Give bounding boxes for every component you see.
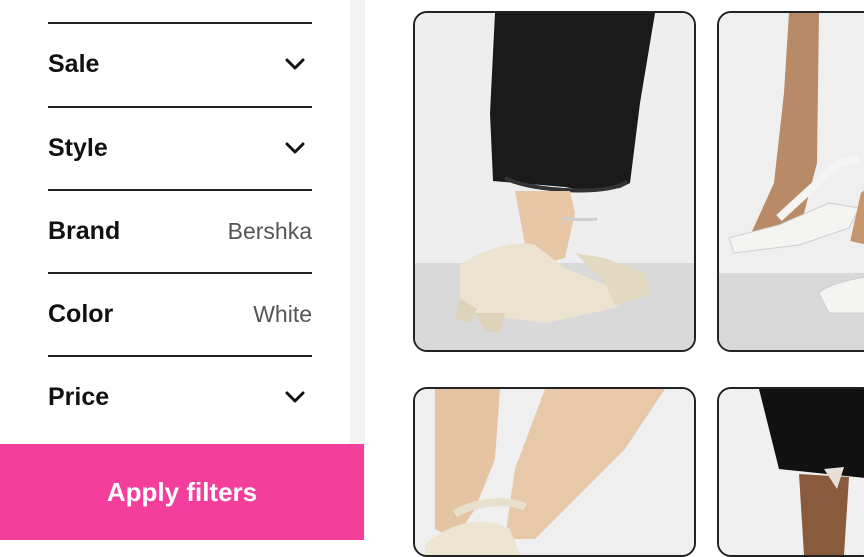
filter-sale-label: Sale — [48, 49, 100, 78]
product-image — [415, 13, 694, 350]
product-image — [415, 389, 694, 555]
product-image — [719, 389, 864, 555]
filter-brand-value: Bershka — [227, 217, 312, 244]
filter-style-label: Style — [48, 133, 108, 162]
product-card[interactable] — [717, 11, 864, 352]
filter-style[interactable]: Style — [48, 106, 312, 188]
chevron-down-icon[interactable] — [284, 53, 306, 75]
filter-brand-label: Brand — [48, 216, 121, 245]
chevron-down-icon[interactable] — [284, 137, 306, 159]
filter-color[interactable]: Color White — [48, 272, 312, 354]
filter-brand[interactable]: Brand Bershka — [48, 189, 312, 271]
filter-price[interactable]: Price — [48, 355, 312, 437]
filter-price-label: Price — [48, 382, 110, 411]
filter-color-value: White — [253, 300, 312, 327]
filter-color-label: Color — [48, 299, 114, 328]
product-card[interactable] — [413, 11, 696, 352]
product-image — [719, 13, 864, 350]
product-card[interactable] — [413, 387, 696, 557]
apply-filters-button[interactable]: Apply filters — [0, 444, 364, 540]
product-card[interactable] — [717, 387, 864, 557]
filter-sale[interactable]: Sale — [48, 22, 312, 104]
chevron-down-icon[interactable] — [284, 386, 306, 408]
